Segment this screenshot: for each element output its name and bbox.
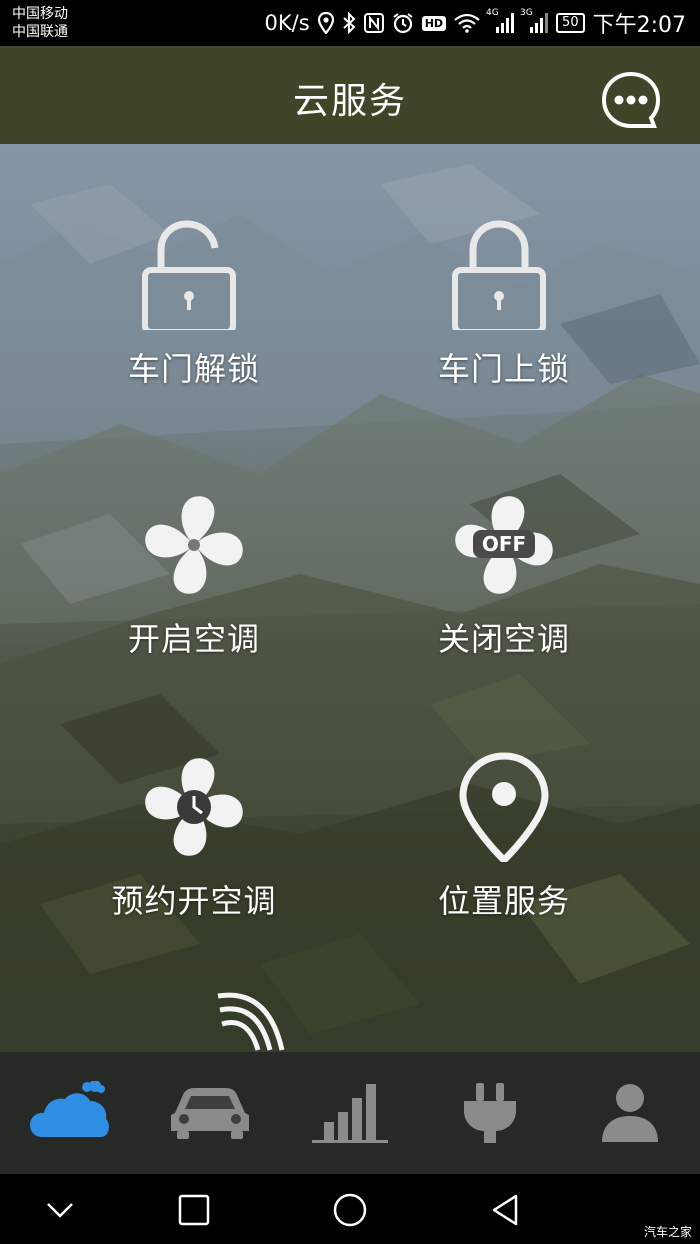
nfc-icon (363, 13, 384, 33)
tile-schedule-ac[interactable]: 预约开空调 (44, 752, 344, 922)
carrier-2: 中国联通 (12, 24, 68, 40)
car-icon (171, 1088, 249, 1139)
watermark: 汽车之家 (643, 1225, 692, 1239)
bottom-tab-bar (0, 1052, 700, 1174)
wifi-icon (454, 13, 480, 33)
off-badge: OFF (482, 532, 526, 556)
bluetooth-icon (342, 12, 356, 34)
location-pin-icon (459, 752, 549, 862)
unlock-icon (142, 220, 236, 330)
circle-icon (333, 1193, 367, 1227)
recent-apps-button[interactable] (176, 1192, 212, 1228)
tile-label: 位置服务 (437, 882, 570, 920)
signal-2-icon: 3G (520, 8, 549, 34)
net-speed: 0K/s (264, 11, 310, 35)
tile-label: 关闭空调 (437, 620, 570, 658)
tile-label: 开启空调 (127, 620, 260, 658)
home-button[interactable] (332, 1192, 368, 1228)
triangle-back-icon (492, 1194, 518, 1226)
status-icons: 0K/s HD 4G 3G 50 下午2:07 (265, 6, 686, 40)
user-icon (602, 1084, 658, 1142)
system-navigation-bar: 汽车之家 (0, 1174, 700, 1244)
tile-label: 车门解锁 (127, 350, 260, 388)
fan-clock-icon (145, 758, 243, 856)
fan-off-icon: OFF (455, 496, 553, 594)
hd-badge: HD (421, 15, 447, 31)
fan-icon (145, 496, 243, 594)
tab-charging[interactable] (420, 1052, 560, 1174)
tab-statistics[interactable] (280, 1052, 420, 1174)
tile-unlock-door[interactable]: 车门解锁 (44, 220, 344, 390)
plug-icon (464, 1083, 516, 1143)
clock: 下午2:07 (592, 13, 686, 38)
tab-profile[interactable] (560, 1052, 700, 1174)
square-icon (178, 1194, 210, 1226)
signal-1-icon: 4G (486, 8, 515, 34)
service-grid: 车门解锁 车门上锁 开启空调 OFF 关闭空调 预约开空调 位置服务 (0, 144, 700, 1052)
network-2-label: 3G (520, 8, 533, 18)
app-header: 云服务 (0, 46, 700, 144)
tile-ac-on[interactable]: 开启空调 (44, 490, 344, 660)
lock-icon (452, 220, 546, 330)
tile-ac-off[interactable]: OFF 关闭空调 (354, 490, 654, 660)
carrier-1: 中国移动 (12, 6, 68, 22)
cloud-icon (30, 1081, 109, 1137)
battery-level: 50 (556, 13, 585, 33)
back-button[interactable] (488, 1192, 524, 1228)
tile-label: 车门上锁 (437, 350, 570, 388)
page-title: 云服务 (292, 81, 407, 122)
tile-lock-door[interactable]: 车门上锁 (354, 220, 654, 390)
network-1-label: 4G (486, 8, 499, 18)
alarm-icon (392, 12, 414, 34)
tile-label: 预约开空调 (111, 882, 277, 920)
chevron-down-icon (47, 1203, 73, 1218)
more-menu-button[interactable] (600, 70, 662, 132)
location-icon (317, 12, 334, 34)
tile-location-service[interactable]: 位置服务 (354, 752, 654, 922)
carrier-info: 中国移动 中国联通 (12, 5, 68, 41)
status-bar: 中国移动 中国联通 0K/s HD 4G 3G 50 下午2:07 (0, 0, 700, 46)
tab-cloud-service[interactable] (0, 1052, 140, 1174)
tab-vehicle[interactable] (140, 1052, 280, 1174)
chat-bubble-more-icon (601, 71, 661, 128)
bar-chart-icon (312, 1084, 388, 1143)
hide-nav-button[interactable] (42, 1192, 78, 1228)
